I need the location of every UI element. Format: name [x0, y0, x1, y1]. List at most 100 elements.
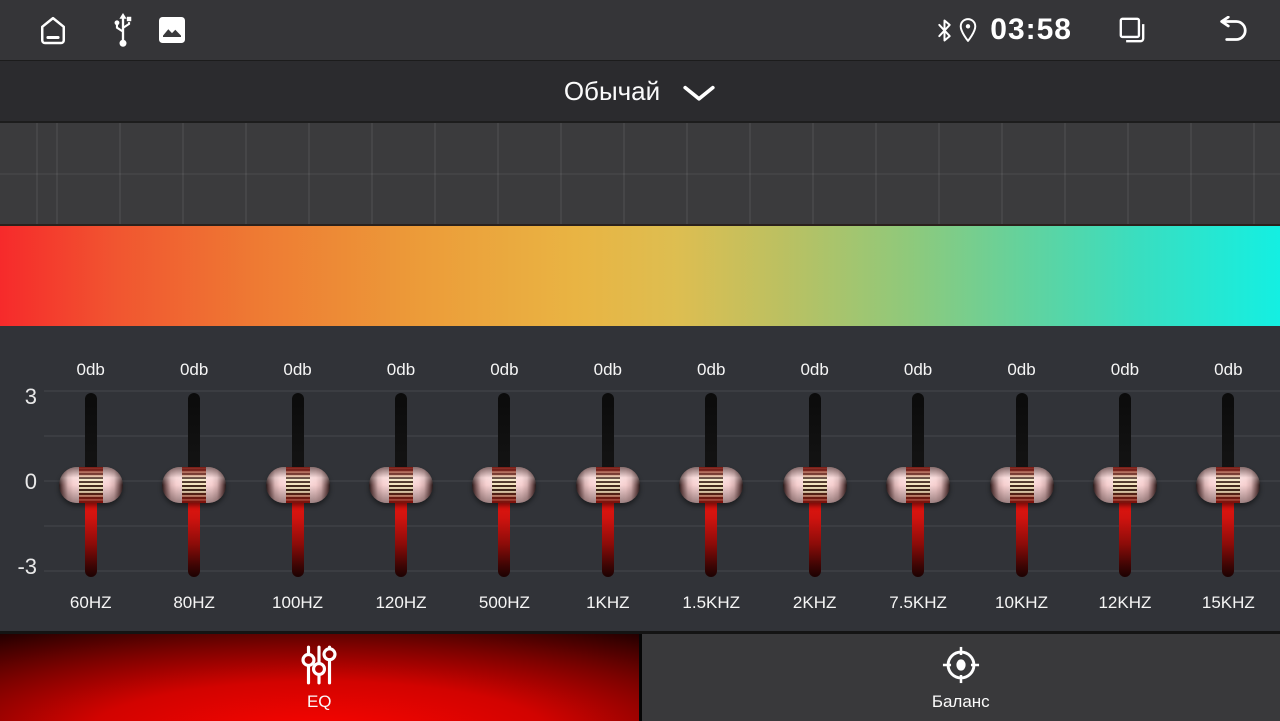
- slider-thumb-grip: [906, 467, 930, 503]
- band-frequency-label: 120HZ: [375, 578, 426, 631]
- slider-track[interactable]: [188, 393, 200, 577]
- bluetooth-icon: [936, 17, 953, 44]
- tab-eq[interactable]: EQ: [0, 634, 642, 721]
- band-slider: [1073, 386, 1176, 578]
- preset-label: Обычай: [564, 76, 660, 107]
- tab-balance[interactable]: Баланс: [642, 634, 1280, 721]
- band-value-label: 0db: [180, 326, 208, 386]
- band-value-label: 0db: [283, 326, 311, 386]
- slider-track[interactable]: [85, 393, 97, 577]
- slider-thumb[interactable]: [679, 467, 743, 503]
- balance-target-icon: [940, 644, 982, 686]
- slider-thumb[interactable]: [266, 467, 330, 503]
- equalizer-icon: [297, 644, 341, 686]
- slider-thumb[interactable]: [59, 467, 123, 503]
- axis-label-min: -3: [0, 555, 37, 579]
- back-icon[interactable]: [1214, 16, 1250, 44]
- band-value-label: 0db: [387, 326, 415, 386]
- slider-thumb-grip: [1216, 467, 1240, 503]
- axis-label-zero: 0: [0, 470, 37, 494]
- slider-track[interactable]: [395, 393, 407, 577]
- band-value-label: 0db: [1111, 326, 1139, 386]
- band-slider: [246, 386, 349, 578]
- clock: 03:58: [990, 13, 1072, 47]
- band-frequency-label: 100HZ: [272, 578, 323, 631]
- band-frequency-label: 2KHZ: [793, 578, 836, 631]
- slider-track[interactable]: [498, 393, 510, 577]
- slider-thumb-grip: [1010, 467, 1034, 503]
- slider-track[interactable]: [809, 393, 821, 577]
- slider-track[interactable]: [602, 393, 614, 577]
- eq-band: 0db 2KHZ: [763, 326, 866, 631]
- eq-band: 0db 1KHZ: [556, 326, 659, 631]
- band-frequency-label: 1KHZ: [586, 578, 629, 631]
- band-value-label: 0db: [490, 326, 518, 386]
- eq-band: 0db 120HZ: [349, 326, 452, 631]
- slider-thumb[interactable]: [1196, 467, 1260, 503]
- eq-band: 0db 1.5KHZ: [660, 326, 763, 631]
- spectrum-gradient-bar: [0, 224, 1280, 326]
- eq-band: 0db 12KHZ: [1073, 326, 1176, 631]
- recents-icon[interactable]: [1116, 14, 1148, 46]
- band-slider: [556, 386, 659, 578]
- slider-thumb[interactable]: [472, 467, 536, 503]
- eq-band: 0db 100HZ: [246, 326, 349, 631]
- band-frequency-label: 7.5KHZ: [889, 578, 947, 631]
- slider-thumb[interactable]: [576, 467, 640, 503]
- eq-band: 0db 60HZ: [39, 326, 142, 631]
- slider-thumb-grip: [803, 467, 827, 503]
- eq-band: 0db 10KHZ: [970, 326, 1073, 631]
- home-icon[interactable]: [36, 13, 70, 47]
- slider-thumb[interactable]: [990, 467, 1054, 503]
- usb-icon: [112, 12, 134, 48]
- slider-thumb-grip: [596, 467, 620, 503]
- band-slider: [763, 386, 866, 578]
- slider-track[interactable]: [1119, 393, 1131, 577]
- axis-label-max: 3: [0, 385, 37, 409]
- band-slider: [453, 386, 556, 578]
- band-slider: [970, 386, 1073, 578]
- slider-thumb[interactable]: [783, 467, 847, 503]
- band-value-label: 0db: [1214, 326, 1242, 386]
- band-frequency-label: 1.5KHZ: [682, 578, 740, 631]
- band-frequency-label: 10KHZ: [995, 578, 1048, 631]
- band-slider: [349, 386, 452, 578]
- tab-eq-label: EQ: [307, 692, 332, 712]
- slider-track[interactable]: [1016, 393, 1028, 577]
- band-frequency-label: 80HZ: [173, 578, 215, 631]
- slider-thumb-grip: [389, 467, 413, 503]
- bottom-tab-bar: EQ Баланс: [0, 631, 1280, 721]
- status-bar-left: [0, 12, 186, 48]
- chevron-down-icon: [682, 85, 716, 102]
- band-value-label: 0db: [904, 326, 932, 386]
- slider-thumb-grip: [699, 467, 723, 503]
- eq-band: 0db 7.5KHZ: [866, 326, 969, 631]
- location-icon: [958, 17, 978, 44]
- slider-thumb-grip: [1113, 467, 1137, 503]
- slider-thumb-grip: [492, 467, 516, 503]
- status-bar: 03:58: [0, 0, 1280, 60]
- preset-selector[interactable]: Обычай: [0, 60, 1280, 121]
- slider-track[interactable]: [705, 393, 717, 577]
- slider-thumb[interactable]: [1093, 467, 1157, 503]
- slider-thumb[interactable]: [369, 467, 433, 503]
- band-slider: [39, 386, 142, 578]
- band-value-label: 0db: [594, 326, 622, 386]
- slider-track[interactable]: [912, 393, 924, 577]
- eq-sliders: 0db 60HZ 0db 80HZ 0db: [39, 326, 1280, 631]
- band-slider: [1177, 386, 1280, 578]
- slider-thumb-grip: [79, 467, 103, 503]
- band-value-label: 0db: [77, 326, 105, 386]
- slider-thumb-grip: [286, 467, 310, 503]
- band-frequency-label: 60HZ: [70, 578, 112, 631]
- slider-track[interactable]: [1222, 393, 1234, 577]
- slider-track[interactable]: [292, 393, 304, 577]
- band-slider: [866, 386, 969, 578]
- band-frequency-label: 12KHZ: [1098, 578, 1151, 631]
- eq-band: 0db 15KHZ: [1177, 326, 1280, 631]
- band-frequency-label: 500HZ: [479, 578, 530, 631]
- slider-thumb[interactable]: [162, 467, 226, 503]
- band-value-label: 0db: [697, 326, 725, 386]
- status-bar-right: 03:58: [936, 13, 1280, 47]
- slider-thumb[interactable]: [886, 467, 950, 503]
